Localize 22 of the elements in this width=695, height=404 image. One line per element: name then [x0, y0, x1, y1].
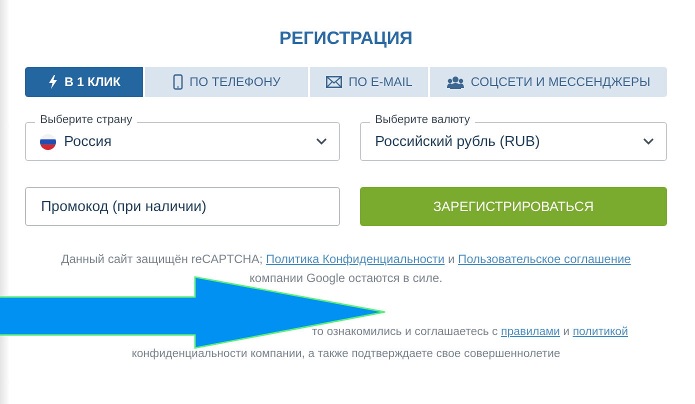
field-label: Выберите страну [35, 114, 138, 126]
tab[interactable]: ПО E-MAIL [310, 67, 430, 97]
envelope-icon [326, 76, 342, 88]
link[interactable]: Политика Конфиденциальности [266, 252, 445, 266]
link[interactable]: Пользовательское соглашение [458, 252, 631, 266]
tab[interactable]: В 1 КЛИК [25, 67, 145, 97]
tab[interactable]: СОЦСЕТИ И МЕССЕНДЖЕРЫ [430, 67, 667, 97]
link[interactable]: политикой [572, 326, 628, 338]
flag-icon [40, 134, 56, 150]
phone-icon [172, 74, 183, 90]
link[interactable]: правилами [500, 326, 560, 338]
consent-notice: конфиденциальности компании, а также подтверждаете свое совершеннолетие [130, 347, 562, 362]
lightning-icon [48, 75, 58, 89]
chevron-down-icon [643, 138, 654, 145]
chevron-down-icon [316, 138, 327, 145]
page-title: РЕГИСТРАЦИЯ [278, 28, 414, 50]
promo-code-field[interactable]: Промокод (при наличии) [25, 187, 340, 226]
tab[interactable]: ПО ТЕЛЕФОНУ [145, 67, 310, 97]
people-icon [446, 76, 464, 88]
register-button[interactable]: ЗАРЕГИСТРИРОВАТЬСЯ [360, 187, 667, 226]
field-label: Выберите валюту [370, 114, 475, 126]
recaptcha-notice: Данный сайт защищён reCAPTCHA; Политика Конфиденциальности и Пользовательское соглашение компании Google остаются в силе. [60, 251, 632, 287]
